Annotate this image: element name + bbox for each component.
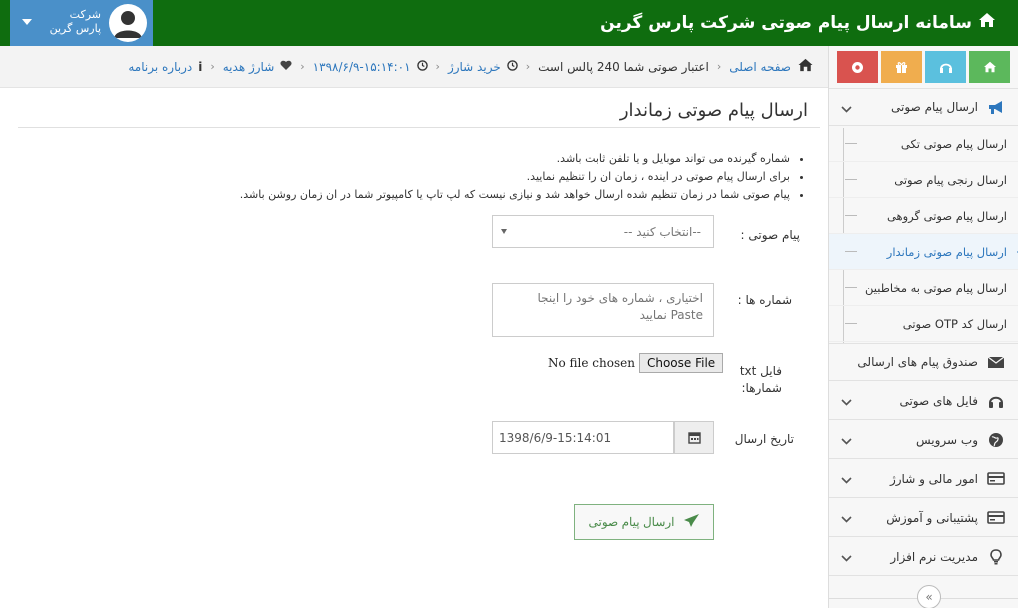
about-link[interactable]: درباره برنامه xyxy=(128,60,192,74)
gift-charge-link[interactable]: شارژ هدیه xyxy=(223,60,275,74)
chevron-down-icon xyxy=(841,551,852,565)
shortcut-bar xyxy=(837,51,1010,83)
numbers-textarea[interactable] xyxy=(492,283,714,337)
voice-select[interactable]: --انتخاب کنید -- xyxy=(492,215,714,248)
info-notes: شماره گیرنده می تواند موبایل و یا تلفن ث… xyxy=(240,150,806,204)
breadcrumb: صفحه اصلی ‹ اعتبار صوتی شما 240 پالس است… xyxy=(0,46,828,88)
sidebar-item-web-service[interactable]: وب سرویس xyxy=(829,421,1018,459)
globe-icon xyxy=(986,430,1006,450)
main-content: ارسال پیام صوتی زماندار شماره گیرنده می … xyxy=(18,88,820,608)
credit-card-icon xyxy=(986,469,1006,489)
calendar-button[interactable] xyxy=(674,421,714,454)
envelope-icon xyxy=(986,352,1006,372)
sidebar-item-voice-files[interactable]: فایل های صوتی xyxy=(829,382,1018,420)
sidebar-item-label: صندوق پیام های ارسالی xyxy=(857,355,978,369)
chevron-left-icon: ‹ xyxy=(716,60,722,73)
submenu-item-label: ارسال رنجی پیام صوتی xyxy=(894,172,1007,187)
lightbulb-icon xyxy=(986,547,1006,567)
megaphone-icon xyxy=(986,97,1006,117)
user-name: شرکت پارس گرین xyxy=(50,8,101,36)
choose-file-button[interactable]: Choose File xyxy=(638,353,724,373)
note-item: پیام صوتی شما در زمان تنظیم شده ارسال خو… xyxy=(240,186,790,204)
chevron-down-icon xyxy=(841,512,852,526)
page-title: ارسال پیام صوتی زماندار xyxy=(619,100,808,121)
breadcrumb-home[interactable]: صفحه اصلی xyxy=(729,60,791,74)
chevron-down-icon xyxy=(841,395,852,409)
submenu-item-single[interactable]: ارسال پیام صوتی تکی xyxy=(829,126,1018,162)
chevron-left-icon: ‹ xyxy=(210,60,215,73)
headset-icon xyxy=(939,63,952,73)
date-value: 1398/6/9-15:14:01 xyxy=(499,430,612,445)
file-label: فایل txt شمارها: xyxy=(739,364,782,395)
chevron-left-icon: ‹ xyxy=(435,60,440,73)
title-divider xyxy=(18,127,820,128)
caret-down-icon xyxy=(22,19,32,25)
app-title-text: سامانه ارسال پیام صوتی شرکت پارس گرین xyxy=(600,12,972,33)
submenu-item-scheduled[interactable]: ارسال پیام صوتی زماندار xyxy=(829,234,1018,270)
credit-text: اعتبار صوتی شما 240 پالس است xyxy=(538,59,709,74)
submenu-item-label: ارسال پیام صوتی به مخاطبین xyxy=(865,280,1007,295)
user-name-line1: شرکت xyxy=(69,8,101,21)
file-status: No file chosen xyxy=(548,356,635,370)
double-chevron-left-icon: « xyxy=(925,590,933,604)
sidebar-collapse-button[interactable]: « xyxy=(917,585,941,608)
gift-icon xyxy=(896,61,907,73)
chevron-down-icon xyxy=(841,434,852,448)
numbers-label: شماره ها : xyxy=(737,293,792,307)
buy-charge-link[interactable]: خرید شارژ xyxy=(448,60,501,74)
heart-icon xyxy=(280,60,292,74)
user-name-line2: پارس گرین xyxy=(49,22,101,35)
chevron-left-icon: ‹ xyxy=(525,60,531,73)
file-input: No file chosen Choose File xyxy=(548,353,724,373)
send-icon xyxy=(683,513,700,531)
clock-icon xyxy=(416,59,428,74)
sidebar-item-send-voice[interactable]: ارسال پیام صوتی xyxy=(829,88,1018,126)
sidebar-item-support[interactable]: پشتیبانی و آموزش xyxy=(829,499,1018,537)
datetime-text: ۱۳۹۸/۶/۹-۱۵:۱۴:۰۱ xyxy=(312,59,411,74)
gear-icon xyxy=(852,61,863,73)
home-icon xyxy=(983,61,996,73)
sidebar: ارسال پیام صوتی ارسال پیام صوتی تکی ارسا… xyxy=(828,46,1018,608)
submenu-item-otp[interactable]: ارسال کد OTP صوتی xyxy=(829,306,1018,342)
date-input[interactable]: 1398/6/9-15:14:01 xyxy=(492,421,674,454)
calendar-icon xyxy=(687,432,701,444)
submenu-item-label: ارسال پیام صوتی گروهی xyxy=(886,208,1007,223)
info-icon: i xyxy=(198,59,203,74)
submenu-item-label: ارسال کد OTP صوتی xyxy=(902,316,1007,331)
shortcut-gift-button[interactable] xyxy=(881,51,922,83)
note-item: شماره گیرنده می تواند موبایل و یا تلفن ث… xyxy=(240,150,790,168)
caret-down-icon xyxy=(501,229,507,234)
sidebar-item-outbox[interactable]: صندوق پیام های ارسالی xyxy=(829,343,1018,381)
shortcut-headset-button[interactable] xyxy=(925,51,966,83)
chevron-down-icon xyxy=(841,102,852,116)
sidebar-item-app-management[interactable]: مدیریت نرم افزار xyxy=(829,538,1018,576)
home-icon xyxy=(797,58,814,75)
top-header: سامانه ارسال پیام صوتی شرکت پارس گرین شر… xyxy=(0,0,1018,46)
chevron-down-icon xyxy=(841,473,852,487)
submenu-item-label: ارسال پیام صوتی زماندار xyxy=(886,244,1007,259)
submenu-item-label: ارسال پیام صوتی تکی xyxy=(900,136,1007,151)
shortcut-home-button[interactable] xyxy=(969,51,1010,83)
submenu-item-contacts[interactable]: ارسال پیام صوتی به مخاطبین xyxy=(829,270,1018,306)
home-icon xyxy=(978,12,996,33)
avatar-icon xyxy=(109,4,147,42)
submenu-item-group[interactable]: ارسال پیام صوتی گروهی xyxy=(829,198,1018,234)
shortcut-settings-button[interactable] xyxy=(837,51,878,83)
clock-icon xyxy=(506,59,518,74)
sidebar-item-finance[interactable]: امور مالی و شارژ xyxy=(829,460,1018,498)
voice-label: پیام صوتی : xyxy=(740,228,800,242)
note-item: برای ارسال پیام صوتی در اینده ، زمان ان … xyxy=(240,168,790,186)
send-voice-button-label: ارسال پیام صوتی xyxy=(588,515,675,529)
credit-card-icon xyxy=(986,508,1006,528)
submenu-item-range[interactable]: ارسال رنجی پیام صوتی xyxy=(829,162,1018,198)
date-label: تاریخ ارسال xyxy=(734,432,794,446)
voice-select-value: --انتخاب کنید -- xyxy=(623,224,701,239)
send-voice-button[interactable]: ارسال پیام صوتی xyxy=(574,504,714,540)
headphones-icon xyxy=(986,391,1006,411)
chevron-left-icon: ‹ xyxy=(300,60,305,73)
user-menu[interactable]: شرکت پارس گرین xyxy=(10,0,153,46)
app-title: سامانه ارسال پیام صوتی شرکت پارس گرین xyxy=(600,12,996,33)
